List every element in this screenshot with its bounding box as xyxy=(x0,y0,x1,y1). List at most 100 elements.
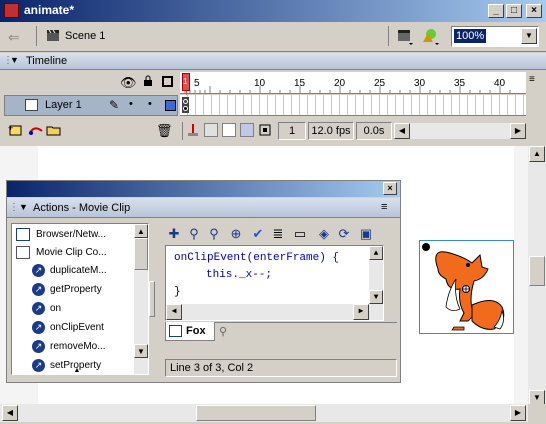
insert-layer-icon[interactable]: + xyxy=(8,123,24,137)
close-button[interactable]: × xyxy=(526,4,542,18)
tree-item[interactable]: ↗ removeMo... xyxy=(32,339,136,355)
scroll-left-icon[interactable]: ◀ xyxy=(166,304,182,320)
scroll-down-icon[interactable]: ▼ xyxy=(134,344,148,358)
actions-header[interactable]: ⋮ ▼ Actions - Movie Clip ≡ xyxy=(7,198,400,218)
action-icon: ↗ xyxy=(32,359,45,372)
pin-script-icon[interactable]: ⚲ xyxy=(219,325,227,338)
trash-icon[interactable]: 🗑 xyxy=(156,123,173,139)
timeline-scroll-right-icon[interactable]: ▶ xyxy=(510,123,526,139)
timeline-scroll-left-icon[interactable]: ◀ xyxy=(394,123,410,139)
timeline-panel: 👁 5 10 15 20 25 30 35 40 1 ≡ Layer 1 ✎ •… xyxy=(0,71,546,145)
debug-options-icon[interactable]: ◈ xyxy=(315,225,333,243)
ruler-label: 30 xyxy=(414,78,426,89)
eye-icon[interactable]: 👁 xyxy=(120,75,137,91)
vscroll-thumb[interactable] xyxy=(134,238,148,270)
tree-item-label: on xyxy=(50,303,62,314)
center-frame-icon[interactable] xyxy=(186,123,200,137)
script-tabs: Fox ⚲ xyxy=(165,322,397,342)
tree-item[interactable]: Movie Clip Co... xyxy=(16,245,136,261)
vscroll-thumb[interactable] xyxy=(529,256,545,286)
maximize-button[interactable]: □ xyxy=(506,4,522,18)
hscroll-thumb[interactable] xyxy=(196,405,316,421)
ruler-label: 20 xyxy=(334,78,346,89)
scroll-up-icon[interactable]: ▲ xyxy=(369,246,383,260)
layer-row[interactable]: Layer 1 ✎ • • xyxy=(4,95,178,116)
keyframe[interactable] xyxy=(182,97,189,113)
back-arrow-icon[interactable]: ⇐ xyxy=(8,29,20,46)
timeline-title: Timeline xyxy=(26,55,68,67)
tree-item[interactable]: ↗ on xyxy=(32,301,136,317)
tree-item-label: removeMo... xyxy=(50,341,106,352)
tab-fox[interactable]: Fox xyxy=(165,322,215,341)
action-icon: ↗ xyxy=(32,264,45,277)
collapse-icon[interactable]: ▼ xyxy=(19,202,28,212)
current-frame-field[interactable]: 1 xyxy=(278,122,306,140)
outline-icon[interactable] xyxy=(162,76,173,87)
check-syntax-icon[interactable]: ✔ xyxy=(249,225,267,243)
onion-outlines-icon[interactable] xyxy=(222,123,236,137)
tree-item[interactable]: Browser/Netw... xyxy=(16,227,136,243)
timeline-header[interactable]: ⋮ ▼ Timeline xyxy=(0,53,546,70)
script-hscroll[interactable]: ◀ ▶ xyxy=(166,304,383,320)
scroll-up-icon[interactable]: ▲ xyxy=(529,146,545,162)
keyframe-dot-icon xyxy=(183,106,188,111)
ruler-label: 15 xyxy=(294,78,306,89)
script-vscroll[interactable]: ▲ ▼ xyxy=(369,246,383,304)
panel-menu-icon[interactable]: ≡ xyxy=(381,201,387,213)
frames-row[interactable] xyxy=(180,95,526,116)
visibility-dot-icon[interactable]: • xyxy=(129,98,133,110)
scroll-down-icon[interactable]: ▼ xyxy=(369,290,383,304)
playhead-number: 1 xyxy=(183,77,188,86)
edit-scene-icon[interactable] xyxy=(396,27,416,47)
reference-icon[interactable]: ⟳ xyxy=(335,225,353,243)
edit-symbols-icon[interactable] xyxy=(420,27,442,47)
timeline-hscroll-track[interactable] xyxy=(410,123,510,139)
fox-movie-clip[interactable] xyxy=(419,240,514,334)
find-icon[interactable]: ⚲ xyxy=(185,225,203,243)
toolbox-vscroll[interactable]: ▲ ▼ xyxy=(134,224,148,374)
book-open-icon xyxy=(16,246,30,259)
scroll-left-icon[interactable]: ◀ xyxy=(2,405,18,421)
lock-icon[interactable] xyxy=(143,75,153,86)
playhead[interactable]: 1 xyxy=(182,73,190,91)
book-icon xyxy=(16,228,30,241)
zoom-select[interactable]: 100% ▼ xyxy=(451,26,539,47)
frame-ruler[interactable]: 5 10 15 20 25 30 35 40 xyxy=(180,72,526,94)
add-item-icon[interactable]: ✚ xyxy=(165,225,183,243)
scroll-right-icon[interactable]: ▶ xyxy=(510,405,526,421)
minimize-button[interactable]: _ xyxy=(488,4,504,18)
modify-markers-icon[interactable] xyxy=(258,123,272,137)
code-hint-icon[interactable]: ▭ xyxy=(291,225,309,243)
view-options-icon[interactable]: ▣ xyxy=(357,225,375,243)
tree-item[interactable]: ↗ duplicateM... xyxy=(32,263,136,279)
tree-item[interactable]: ↗ onClipEvent xyxy=(32,320,136,336)
frame-rate-field[interactable]: 12.0 fps xyxy=(308,122,354,140)
stage-vscroll[interactable]: ▲ ▼ xyxy=(528,146,546,406)
splitter-handle[interactable] xyxy=(149,281,155,317)
toolbox-collapse-icon[interactable]: ▲ xyxy=(67,367,87,375)
auto-format-icon[interactable]: ≣ xyxy=(269,225,287,243)
zoom-dropdown-icon[interactable]: ▼ xyxy=(521,28,537,44)
tree-item-label: Movie Clip Co... xyxy=(36,247,107,258)
collapse-icon[interactable]: ▼ xyxy=(10,55,19,65)
edit-multiple-frames-icon[interactable] xyxy=(240,123,254,137)
lock-dot-icon[interactable]: • xyxy=(148,98,152,110)
tab-label: Fox xyxy=(186,325,206,337)
replace-icon[interactable]: ⚲ xyxy=(205,225,223,243)
insert-folder-icon[interactable] xyxy=(46,123,62,137)
code-line: onClipEvent(enterFrame) { xyxy=(174,252,340,264)
stage-hscroll[interactable]: ◀ ▶ xyxy=(0,404,528,422)
actions-panel-titlebar[interactable]: × xyxy=(7,181,400,197)
timeline-menu-icon[interactable]: ≡ xyxy=(529,74,535,85)
add-motion-guide-icon[interactable] xyxy=(28,123,44,137)
script-editor[interactable]: onClipEvent(enterFrame) { this._x--; } ▲… xyxy=(165,245,384,321)
actions-close-button[interactable]: × xyxy=(383,182,397,195)
tree-item[interactable]: ↗ getProperty xyxy=(32,282,136,298)
outline-color-icon[interactable] xyxy=(165,100,176,111)
target-path-icon[interactable]: ⊕ xyxy=(227,225,245,243)
scroll-right-icon[interactable]: ▶ xyxy=(353,304,369,320)
ruler-label: 5 xyxy=(194,78,200,89)
scroll-up-icon[interactable]: ▲ xyxy=(134,224,148,238)
layer-icon xyxy=(25,99,38,111)
onion-skin-icon[interactable] xyxy=(204,123,218,137)
